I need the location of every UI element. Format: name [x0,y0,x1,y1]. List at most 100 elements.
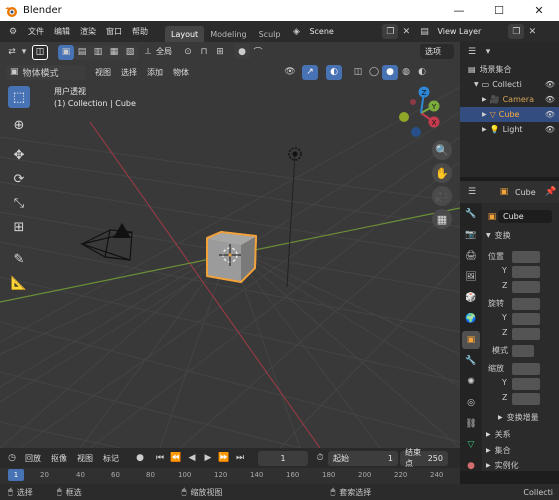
view-layer-icon[interactable]: ▤ [416,24,432,39]
menu-select[interactable]: 选择 [116,67,142,78]
physics-tab-icon[interactable]: ◎ [462,394,480,412]
menu-window[interactable]: 窗口 [101,26,127,37]
shading-wireframe-icon[interactable]: ◯ [366,65,382,80]
modifier-tab-icon[interactable]: 🔧 [462,352,480,370]
rotation-x-field[interactable] [512,298,540,310]
scale-tool-icon[interactable]: ⤡ [8,192,30,214]
view-layer-field[interactable]: View Layer [432,24,509,39]
location-z-field[interactable] [512,281,540,293]
object-tab-icon[interactable]: ▣ [462,331,480,349]
options-dropdown[interactable]: 选项 [420,44,454,59]
zoom-icon[interactable]: 🔍 [432,140,452,160]
rotate-tool-icon[interactable]: ⟳ [8,168,30,190]
view-layer-close-icon[interactable]: ✕ [524,24,540,39]
rotation-mode-dropdown[interactable] [512,345,534,357]
world-tab-icon[interactable]: 🌍 [462,310,480,328]
current-frame-field[interactable]: 1 [258,450,308,466]
rotation-y-field[interactable] [512,313,540,325]
select-difference-icon[interactable]: ▦ [106,44,122,60]
delta-transform-header[interactable]: ▶ 变换增量 [498,412,539,423]
snap-target-icon[interactable]: ⊞ [212,44,228,59]
scene-icon[interactable]: ◈ [288,24,304,39]
maximize-button[interactable]: ☐ [479,0,519,21]
material-tab-icon[interactable]: ● [462,457,480,475]
render-tab-icon[interactable]: 📷 [462,226,480,244]
scale-x-field[interactable] [512,363,540,375]
stopwatch-icon[interactable]: ⏱ [312,451,328,466]
move-tool-icon[interactable]: ✥ [8,144,30,166]
prev-keyframe-icon[interactable]: ⏪ [168,451,184,466]
menu-file[interactable]: 文件 [23,26,49,37]
output-tab-icon[interactable]: 🖨 [462,247,480,265]
falloff-icon[interactable]: ⌒ [250,44,266,59]
select-new-icon[interactable]: ▣ [58,44,74,60]
play-reverse-icon[interactable]: ◀ [184,451,200,466]
outliner-root[interactable]: ▤ 场景集合 [460,62,559,77]
view-layer-tab-icon[interactable]: 🖼 [462,268,480,286]
transform-section-header[interactable]: ▼ 变换 [486,230,511,241]
tab-modeling[interactable]: Modeling [204,26,252,42]
menu-playback[interactable]: 回放 [20,453,46,464]
next-keyframe-icon[interactable]: ⏩ [216,451,232,466]
select-box-tool-icon[interactable]: ⬚ [8,86,30,108]
menu-keying[interactable]: 抠像 [46,453,72,464]
menu-timeline-view[interactable]: 视图 [72,453,98,464]
data-tab-icon[interactable]: ▽ [462,436,480,454]
scene-field[interactable]: Scene [304,24,383,39]
visibility-eye-icon[interactable]: 👁 [545,125,555,134]
menu-edit[interactable]: 编辑 [49,26,75,37]
select-subtract-icon[interactable]: ▥ [90,44,106,60]
visibility-eye-icon[interactable]: 👁 [545,110,555,119]
measure-tool-icon[interactable]: 📐 [8,272,30,294]
object-name-field[interactable]: Cube [498,210,552,223]
particles-tab-icon[interactable]: ✺ [462,373,480,391]
shading-solid-icon[interactable]: ● [382,64,398,80]
annotate-tool-icon[interactable]: ✎ [8,248,30,270]
current-frame-marker[interactable]: 1 [8,469,24,481]
timeline-editor-icon[interactable]: ◷ [4,451,20,466]
camera-view-icon[interactable]: 🎥 [432,186,452,206]
tab-sculpting[interactable]: Sculp [253,26,287,42]
close-button[interactable]: ✕ [519,0,559,21]
jump-start-icon[interactable]: ⏮ [152,451,168,466]
record-icon[interactable]: ● [132,451,148,466]
instancing-section-header[interactable]: ▶ 实例化 [486,460,519,471]
end-frame-field[interactable]: 结束点 250 [400,448,448,468]
tool-tab-icon[interactable]: 🔧 [462,205,480,223]
menu-add[interactable]: 添加 [142,67,168,78]
menu-marker[interactable]: 标记 [98,453,124,464]
location-y-field[interactable] [512,266,540,278]
visibility-eye-icon[interactable]: 👁 [545,80,555,89]
outliner-item[interactable]: ▶ 💡 Light 👁 [460,122,559,137]
3d-viewport[interactable]: ⇄ ▾ ◫ ▣ ▤ ▥ ▦ ▧ ⟂ 全局 ⊙ ⊓ ⊞ ● ⌒ 选项 ▣ 物体模式… [0,42,460,448]
orientation-dropdown[interactable]: 全局 [156,46,172,57]
chevron-down-icon[interactable]: ▾ [20,45,28,60]
visibility-icon[interactable]: 👁 [282,65,298,80]
navigation-gizmo[interactable]: X Y Z [392,84,450,140]
tab-layout[interactable]: Layout [165,26,205,42]
select-mode-icon[interactable]: ◫ [32,44,48,60]
scene-close-icon[interactable]: ✕ [398,24,414,39]
outliner-item-selected[interactable]: ▶ ▽ Cube 👁 [460,107,559,122]
pivot-icon[interactable]: ⊙ [180,44,196,59]
outliner-editor-icon[interactable]: ☰ [464,45,480,60]
cursor-tool-icon[interactable]: ⊕ [8,114,30,136]
pan-hand-icon[interactable]: ✋ [432,163,452,183]
location-x-field[interactable] [512,251,540,263]
jump-end-icon[interactable]: ⏭ [232,451,248,466]
scene-tab-icon[interactable]: 🎲 [462,289,480,307]
outliner-item[interactable]: ▼ ▭ Collecti 👁 [460,77,559,92]
shading-material-icon[interactable]: ◍ [398,65,414,80]
gizmo-toggle-icon[interactable]: ↗ [302,64,318,80]
collections-section-header[interactable]: ▶ 集合 [486,445,511,456]
scene-copy-icon[interactable]: ❐ [382,24,399,39]
xray-icon[interactable]: ◫ [350,65,366,80]
menu-help[interactable]: 帮助 [127,26,153,37]
visibility-eye-icon[interactable]: 👁 [545,95,555,104]
properties-editor-icon[interactable]: ☰ [464,185,480,200]
rotation-z-field[interactable] [512,328,540,340]
menu-render[interactable]: 渲染 [75,26,101,37]
editor-type-icon[interactable]: ⇄ [4,45,20,60]
ortho-grid-icon[interactable]: ▦ [432,209,452,229]
constraints-tab-icon[interactable]: ⛓ [462,415,480,433]
